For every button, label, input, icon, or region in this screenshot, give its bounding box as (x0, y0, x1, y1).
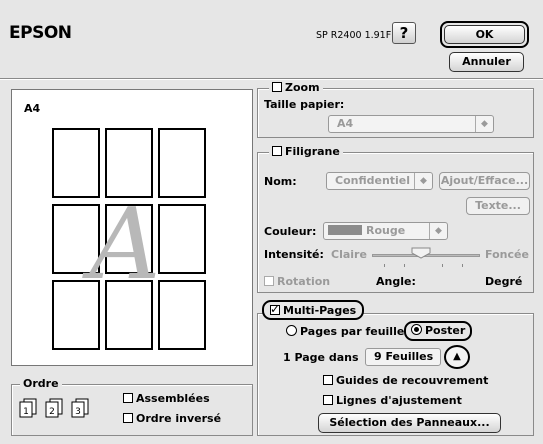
watermark-label: Filigrane (285, 145, 340, 158)
order-page-stack-icon: 1 (19, 398, 37, 418)
poster-label: Poster (425, 324, 466, 337)
overlap-guides-option[interactable]: Guides de recouvrement (323, 374, 488, 387)
ok-default-ring: OK (440, 21, 529, 48)
intensity-high-label: Foncée (485, 248, 529, 261)
trim-lines-option[interactable]: Lignes d'ajustement (323, 394, 462, 407)
intensity-label: Intensité: (264, 248, 324, 261)
sheets-value: 9 Feuilles (374, 350, 434, 363)
intensity-slider-thumb (411, 247, 431, 259)
rotation-label: Rotation (277, 275, 331, 288)
sheets-select[interactable]: 9 Feuilles (365, 348, 441, 366)
slider-tick (462, 264, 463, 267)
paper-size-label: Taille papier: (264, 98, 345, 111)
pages-per-sheet-option[interactable]: Pages par feuille (286, 325, 404, 338)
add-remove-watermark-button: Ajout/Efface... (439, 172, 530, 190)
watermark-name-label: Nom: (264, 175, 297, 188)
epson-logo: EPSON (9, 23, 72, 43)
collated-label: Assemblées (136, 392, 210, 405)
overlap-guides-label: Guides de recouvrement (336, 374, 489, 387)
zoom-checkbox[interactable] (272, 82, 282, 92)
chevron-updown-icon: ◆ (429, 223, 447, 239)
watermark-preview-glyph: A (89, 188, 161, 302)
collated-checkbox[interactable] (123, 393, 133, 403)
overlap-guides-checkbox[interactable] (323, 375, 333, 385)
collated-option[interactable]: Assemblées (123, 392, 210, 405)
color-swatch (328, 225, 362, 235)
paper-size-select: A4 ◆ (328, 115, 494, 133)
watermark-color-value: Rouge (366, 224, 406, 237)
chevron-updown-icon: ◆ (475, 116, 493, 132)
watermark-checkbox[interactable] (272, 146, 282, 156)
slider-tick (384, 264, 385, 267)
watermark-name-select: Confidentiel ◆ (326, 172, 433, 190)
help-button[interactable]: ? (392, 22, 416, 44)
sheets-stepper-icon[interactable]: ▲ (444, 345, 470, 369)
cancel-button[interactable]: Annuler (449, 52, 524, 72)
pages-per-sheet-radio[interactable] (286, 325, 297, 336)
rotation-checkbox (264, 276, 274, 286)
angle-label: Angle: (376, 275, 416, 288)
rotation-option: Rotation (264, 275, 330, 288)
watermark-color-select: Rouge ◆ (323, 222, 448, 240)
watermark-legend[interactable]: Filigrane (269, 145, 343, 158)
driver-version: SP R2400 1.91F (316, 30, 392, 41)
preview-page-tile (158, 128, 206, 198)
page-in-label: 1 Page dans (283, 351, 359, 364)
order-page-number: 1 (23, 407, 29, 417)
watermark-name-value: Confidentiel (335, 174, 411, 187)
ok-button[interactable]: OK (444, 25, 525, 44)
trim-lines-checkbox[interactable] (323, 395, 333, 405)
panel-selection-button[interactable]: Sélection des Panneaux... (318, 413, 501, 433)
slider-tick (442, 264, 443, 267)
zoom-label: Zoom (285, 81, 320, 94)
multipage-legend[interactable]: Multi-Pages (262, 300, 365, 320)
reverse-order-checkbox[interactable] (123, 413, 133, 423)
slider-tick (404, 264, 405, 267)
intensity-low-label: Claire (331, 248, 367, 261)
order-page-stack-icon: 2 (45, 398, 63, 418)
multipage-label: Multi-Pages (283, 304, 357, 317)
multipage-checkbox[interactable] (270, 302, 280, 316)
order-page-number: 2 (49, 407, 55, 417)
degree-label: Degré (485, 275, 523, 288)
preview-paper-label: A4 (24, 102, 41, 115)
watermark-color-label: Couleur: (264, 225, 317, 238)
header-divider (0, 78, 543, 80)
reverse-order-option[interactable]: Ordre inversé (123, 412, 221, 425)
order-page-stack-icon: 3 (71, 398, 89, 418)
poster-radio[interactable] (411, 324, 422, 335)
trim-lines-label: Lignes d'ajustement (336, 394, 462, 407)
order-legend: Ordre (20, 377, 62, 390)
watermark-text-button: Texte... (466, 197, 530, 215)
reverse-order-label: Ordre inversé (136, 412, 222, 425)
order-page-number: 3 (75, 407, 81, 417)
zoom-legend[interactable]: Zoom (269, 81, 323, 94)
paper-size-value: A4 (337, 117, 354, 130)
chevron-updown-icon: ◆ (414, 173, 432, 189)
poster-option[interactable]: Poster (404, 321, 473, 341)
pages-per-sheet-label: Pages par feuille (300, 325, 405, 338)
